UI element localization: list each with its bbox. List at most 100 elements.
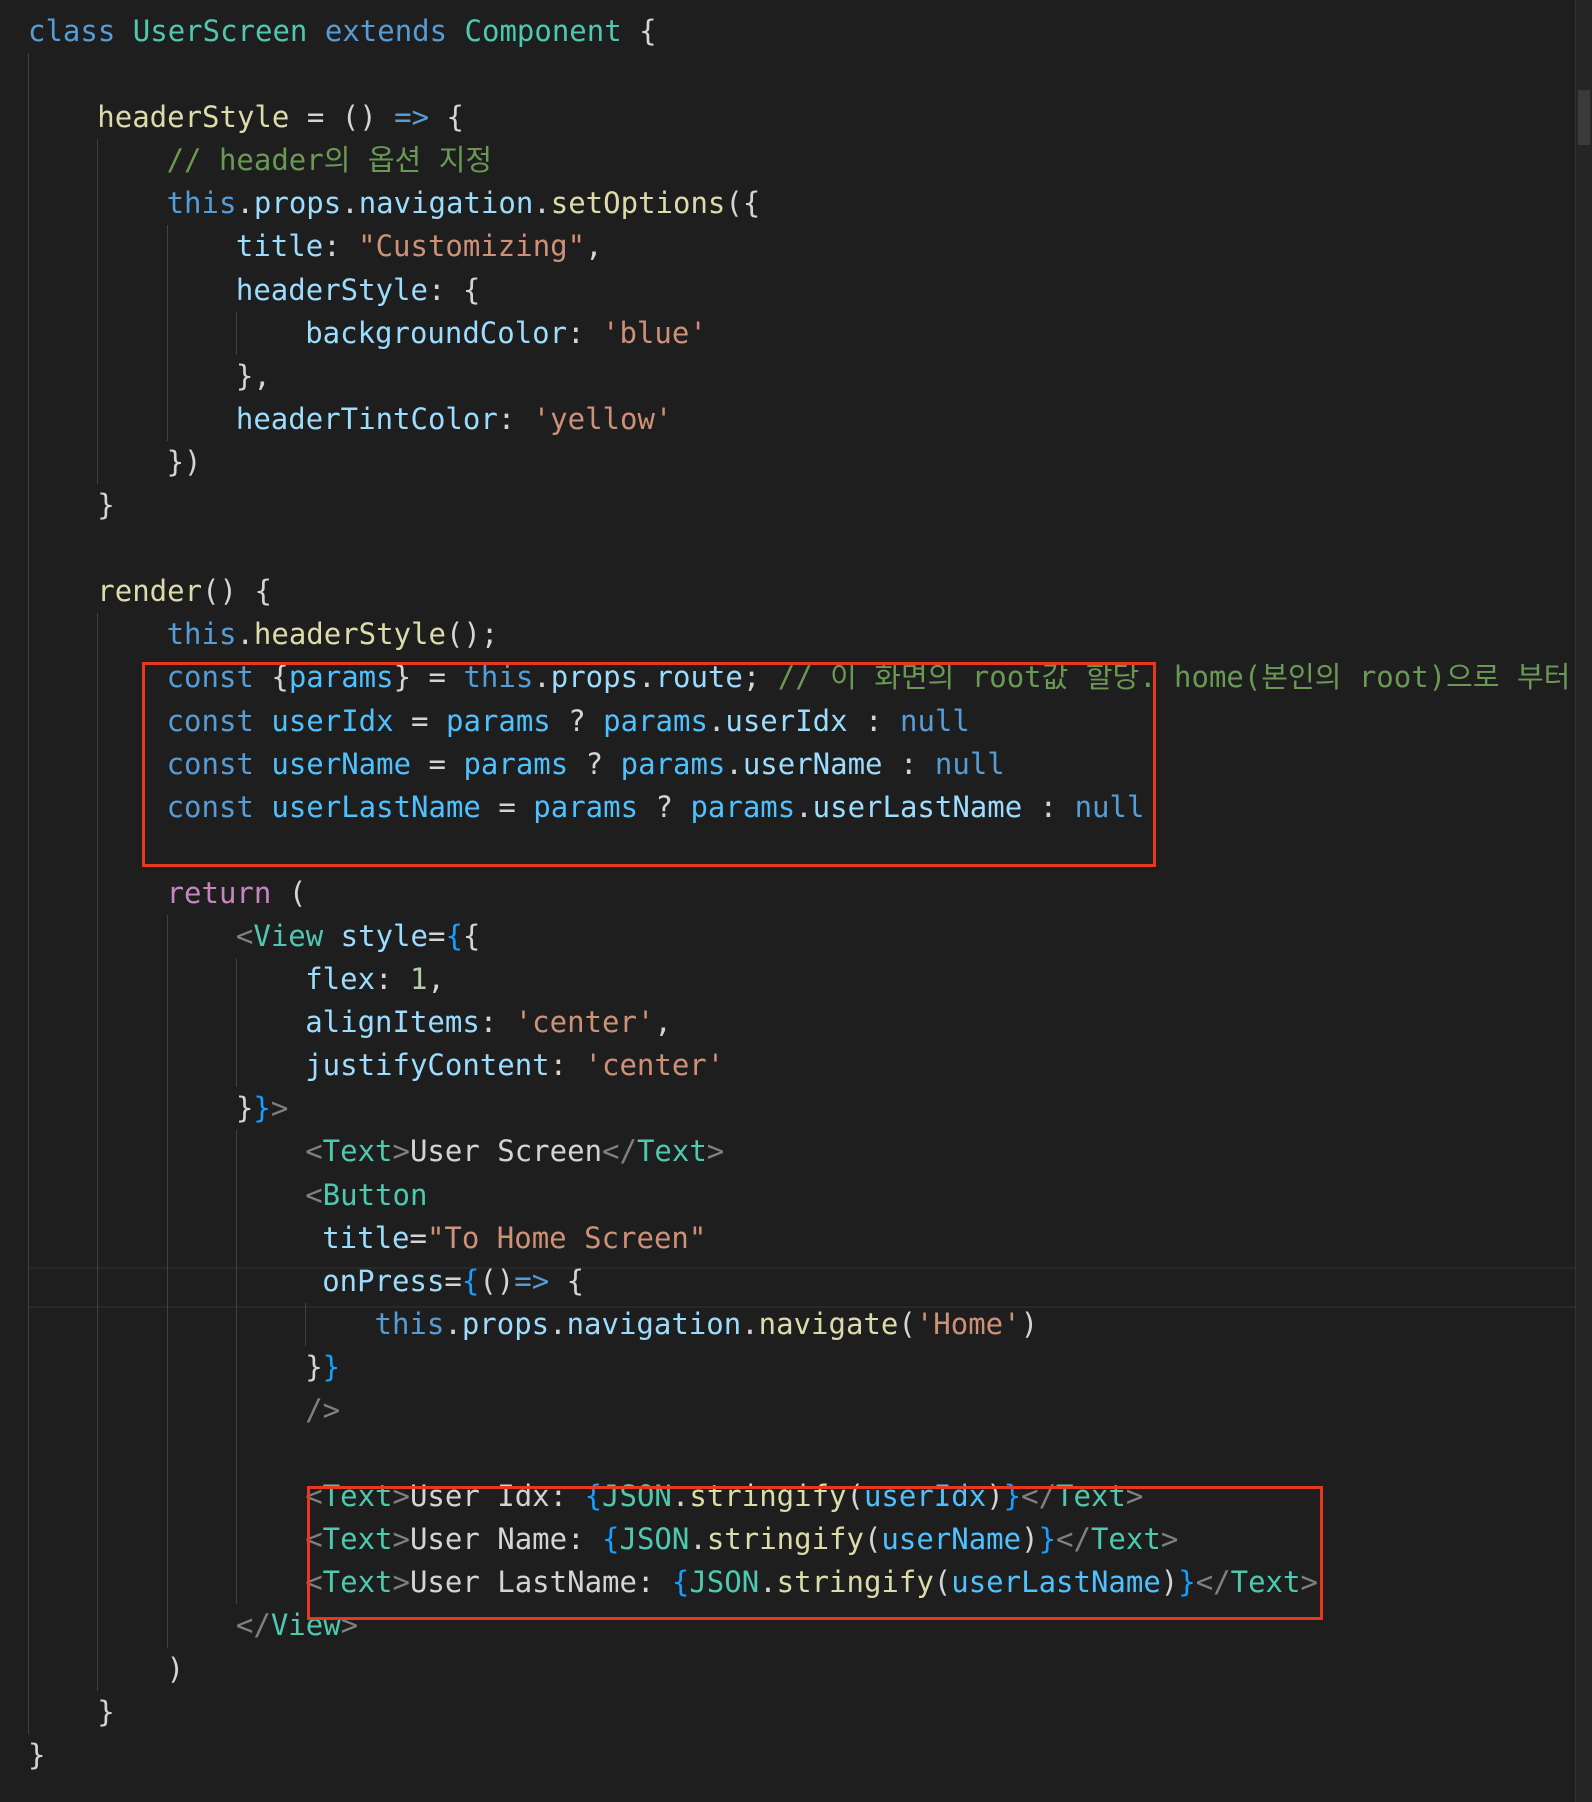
code-line[interactable]: <Text>User LastName: {JSON.stringify(use… [0, 1561, 1575, 1605]
indent-guide [97, 268, 99, 312]
code-token: : [375, 962, 410, 997]
indent-guide [166, 354, 168, 398]
code-token: userLastName [951, 1565, 1161, 1600]
code-line[interactable]: alignItems: 'center', [0, 1001, 1575, 1045]
code-token: userName [742, 746, 883, 781]
indent-guide [166, 268, 168, 312]
code-token: </ [1195, 1565, 1231, 1600]
code-content: <Text>User Idx: {JSON.stringify(userIdx)… [305, 1475, 1143, 1518]
indent-guide [235, 1518, 237, 1562]
code-token: render [97, 574, 203, 609]
indent-guide [28, 397, 29, 441]
code-line[interactable]: <Text>User Screen</Text> [0, 1130, 1575, 1174]
indent-guide [166, 1389, 168, 1433]
code-token: UserScreen [132, 14, 308, 48]
code-line[interactable]: /> [0, 1389, 1575, 1433]
code-line[interactable]: <View style={{ [0, 914, 1575, 959]
code-line[interactable] [0, 1432, 1575, 1476]
code-content: } [28, 1734, 45, 1777]
code-area[interactable]: class UserScreen extends Component { head… [0, 10, 1592, 1777]
code-line[interactable]: render() { [0, 570, 1575, 614]
code-line[interactable]: }}> [0, 1087, 1575, 1131]
code-line[interactable]: this.headerStyle(); [0, 613, 1575, 657]
code-content: /> [305, 1389, 340, 1432]
code-content: const userName = params ? params.userNam… [167, 743, 1005, 786]
code-line[interactable]: } [0, 1690, 1575, 1734]
code-token: params [463, 746, 569, 781]
code-line[interactable]: class UserScreen extends Component { [0, 10, 1575, 53]
indent-guide [166, 1561, 168, 1605]
code-token: . [533, 660, 551, 695]
code-token: . [341, 186, 359, 221]
indent-guide [28, 440, 29, 485]
indent-guide [97, 1561, 99, 1605]
code-line[interactable]: const {params} = this.props.route; // 이 … [0, 656, 1592, 700]
indent-guide [166, 1001, 168, 1045]
code-line[interactable]: backgroundColor: 'blue' [0, 311, 1575, 355]
code-line[interactable]: } [0, 1734, 1575, 1777]
code-token: User Name: [409, 1522, 603, 1557]
code-line[interactable]: onPress={()=> { [0, 1259, 1575, 1303]
indent-guide [166, 225, 168, 269]
code-content: <Text>User LastName: {JSON.stringify(use… [305, 1561, 1318, 1604]
code-token: } [1003, 1479, 1022, 1514]
indent-guide [28, 1001, 29, 1045]
code-line[interactable]: } [0, 484, 1575, 528]
code-editor[interactable]: class UserScreen extends Component { head… [0, 0, 1592, 1802]
code-line[interactable]: <Text>User Idx: {JSON.stringify(userIdx)… [0, 1475, 1575, 1519]
code-token: { [602, 1522, 620, 1557]
code-line[interactable]: justifyContent: 'center' [0, 1044, 1575, 1088]
code-token: 'center' [514, 1005, 655, 1040]
scrollbar-thumb[interactable] [1578, 90, 1590, 145]
code-token: = [393, 703, 446, 738]
code-content: headerStyle: { [236, 269, 480, 312]
code-token: 'Home' [915, 1306, 1021, 1341]
code-line[interactable]: const userLastName = params ? params.use… [0, 785, 1575, 829]
code-token: class [28, 14, 116, 48]
code-content: <Text>User Screen</Text> [305, 1130, 724, 1173]
code-content: <Text>User Name: {JSON.stringify(userNam… [305, 1518, 1178, 1561]
vertical-scrollbar[interactable] [1575, 0, 1592, 1802]
indent-guide [97, 1044, 99, 1088]
code-line[interactable] [0, 828, 1575, 872]
code-token: : [323, 229, 359, 264]
code-line[interactable]: headerTintColor: 'yellow' [0, 397, 1575, 441]
code-line[interactable]: }, [0, 354, 1575, 398]
code-token: backgroundColor [305, 315, 568, 350]
code-line[interactable]: this.props.navigation.navigate('Home') [0, 1302, 1575, 1346]
code-line[interactable]: <Button [0, 1173, 1575, 1217]
code-line[interactable]: flex: 1, [0, 958, 1575, 1002]
code-line[interactable]: headerStyle = () => { [0, 96, 1575, 140]
code-content: headerStyle = () => { [97, 96, 464, 139]
indent-guide [235, 1001, 237, 1045]
code-token: 1 [409, 962, 428, 997]
code-line[interactable]: const userName = params ? params.userNam… [0, 742, 1575, 786]
indent-guide [97, 699, 99, 743]
code-line[interactable]: }} [0, 1345, 1575, 1389]
code-line[interactable]: </View> [0, 1604, 1575, 1648]
code-line[interactable]: title: "Customizing", [0, 225, 1575, 269]
code-token: Component [464, 14, 622, 48]
code-line[interactable]: headerStyle: { [0, 268, 1575, 312]
code-token: Text [322, 1522, 393, 1557]
code-line[interactable]: this.props.navigation.setOptions({ [0, 182, 1575, 226]
code-token: Text [1230, 1565, 1301, 1600]
code-line[interactable]: // header의 옵션 지정 [0, 139, 1575, 183]
code-token: const [166, 746, 254, 781]
code-line[interactable] [0, 527, 1575, 571]
indent-guide [28, 1690, 29, 1734]
code-line[interactable]: return ( [0, 871, 1575, 915]
code-token: 'center' [584, 1048, 725, 1083]
code-line[interactable]: const userIdx = params ? params.userIdx … [0, 699, 1575, 743]
code-line[interactable]: <Text>User Name: {JSON.stringify(userNam… [0, 1518, 1575, 1562]
code-content: alignItems: 'center', [305, 1001, 672, 1044]
code-line[interactable]: ) [0, 1647, 1575, 1691]
code-line[interactable] [0, 53, 1575, 97]
indent-guide [166, 397, 168, 441]
indent-guide [97, 1604, 99, 1648]
code-line[interactable]: title="To Home Screen" [0, 1216, 1575, 1260]
code-line[interactable]: }) [0, 440, 1575, 485]
